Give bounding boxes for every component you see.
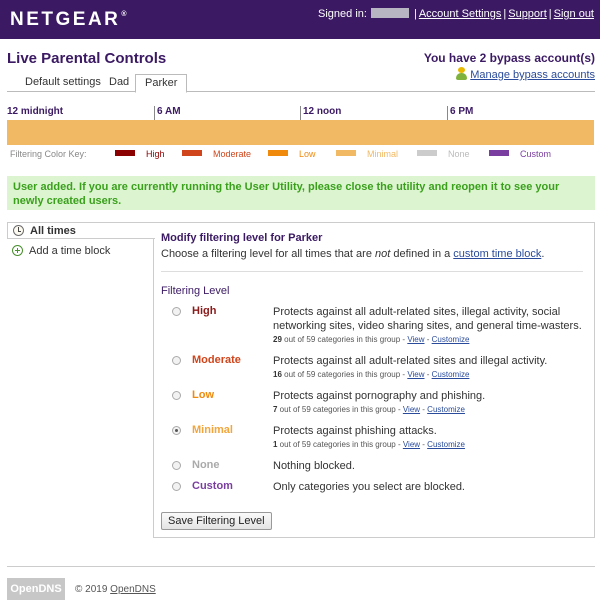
netgear-logo[interactable]: NETGEAR® — [10, 9, 127, 31]
swatch — [268, 150, 288, 156]
level-none-radio[interactable] — [172, 461, 181, 470]
swatch — [417, 150, 437, 156]
support-link[interactable]: Support — [508, 8, 547, 20]
tab-default-settings[interactable]: Default settings — [16, 74, 110, 92]
copyright: © 2019 OpenDNS — [75, 584, 156, 595]
page-title: Live Parental Controls — [7, 50, 167, 67]
sign-out-link[interactable]: Sign out — [554, 8, 594, 20]
tab-parker[interactable]: Parker — [135, 74, 188, 93]
key-moderate: Moderate — [182, 149, 251, 159]
key-low: Low — [268, 149, 316, 159]
view-link[interactable]: View — [407, 335, 424, 344]
account-settings-link[interactable]: Account Settings — [419, 8, 502, 20]
sidebar-item-all-times[interactable]: All times — [7, 222, 155, 239]
time-block-sidebar: All times Add a time block — [7, 222, 155, 538]
level-meta: 1 out of 59 categories in this group - V… — [273, 440, 465, 449]
level-meta: 7 out of 59 categories in this group - V… — [273, 405, 465, 414]
swatch — [489, 150, 509, 156]
customize-link[interactable]: Customize — [427, 405, 465, 414]
opendns-logo: OpenDNS — [7, 578, 65, 600]
level-high-radio[interactable] — [172, 307, 181, 316]
signed-in-label: Signed in: — [318, 8, 367, 20]
opendns-link[interactable]: OpenDNS — [110, 584, 156, 595]
level-meta: 16 out of 59 categories in this group - … — [273, 370, 470, 379]
key-high: High — [115, 149, 165, 159]
level-name: Custom — [192, 480, 233, 492]
swatch — [336, 150, 356, 156]
level-name: High — [192, 305, 217, 317]
level-name: Moderate — [192, 354, 241, 366]
bypass-count: You have 2 bypass account(s) — [423, 51, 595, 65]
hour-label: 12 midnight — [7, 106, 64, 117]
level-moderate-radio[interactable] — [172, 356, 181, 365]
level-name: Minimal — [192, 424, 233, 436]
level-description: Nothing blocked. — [273, 460, 355, 472]
key-custom: Custom — [489, 149, 551, 159]
level-meta: 29 out of 59 categories in this group - … — [273, 335, 470, 344]
redacted-username — [370, 8, 409, 18]
level-minimal-radio[interactable] — [172, 426, 181, 435]
filtering-level-heading: Filtering Level — [161, 285, 230, 297]
color-key-label: Filtering Color Key: — [10, 149, 87, 159]
divider — [161, 271, 583, 272]
key-none: None — [417, 149, 470, 159]
custom-time-block-link[interactable]: custom time block — [453, 248, 541, 260]
panel-subtitle: Choose a filtering level for all times t… — [161, 248, 545, 260]
view-link[interactable]: View — [403, 405, 420, 414]
level-custom-radio[interactable] — [172, 482, 181, 491]
level-description: Protects against pornography and phishin… — [273, 390, 486, 402]
level-name: Low — [192, 389, 214, 401]
sidebar-item-add-time-block[interactable]: Add a time block — [7, 243, 154, 260]
top-bar: NETGEAR® Signed in: | Account Settings | Sup… — [0, 0, 600, 39]
customize-link[interactable]: Customize — [427, 440, 465, 449]
level-description: Protects against all adult-related sites… — [273, 306, 582, 332]
filtering-panel: Modify filtering level for Parker Choose… — [153, 222, 595, 538]
level-description: Protects against phishing attacks. — [273, 425, 437, 437]
user-tabs: Default settings Dad Parker — [7, 74, 595, 93]
swatch — [182, 150, 202, 156]
hour-label: 6 PM — [447, 106, 473, 120]
level-description: Protects against all adult-related sites… — [273, 355, 548, 367]
save-filtering-level-button[interactable]: Save Filtering Level — [161, 512, 272, 530]
panel-title: Modify filtering level for Parker — [161, 232, 323, 244]
level-name: None — [192, 459, 220, 471]
account-links: Signed in: | Account Settings | Support | Sign… — [318, 8, 594, 20]
level-description: Only categories you select are blocked. — [273, 481, 465, 493]
clock-icon — [13, 225, 24, 236]
add-icon — [12, 245, 23, 256]
view-link[interactable]: View — [403, 440, 420, 449]
timeline-hours: 12 midnight 6 AM 12 noon 6 PM — [7, 106, 595, 120]
key-minimal: Minimal — [336, 149, 398, 159]
view-link[interactable]: View — [407, 370, 424, 379]
customize-link[interactable]: Customize — [432, 370, 470, 379]
timeline-bar[interactable] — [7, 120, 594, 145]
hour-label: 6 AM — [154, 106, 181, 120]
hour-label: 12 noon — [300, 106, 341, 120]
user-added-notice: User added. If you are currently running… — [7, 176, 595, 210]
tab-dad[interactable]: Dad — [100, 74, 138, 92]
footer-divider — [7, 566, 595, 567]
level-low-radio[interactable] — [172, 391, 181, 400]
swatch — [115, 150, 135, 156]
customize-link[interactable]: Customize — [432, 335, 470, 344]
